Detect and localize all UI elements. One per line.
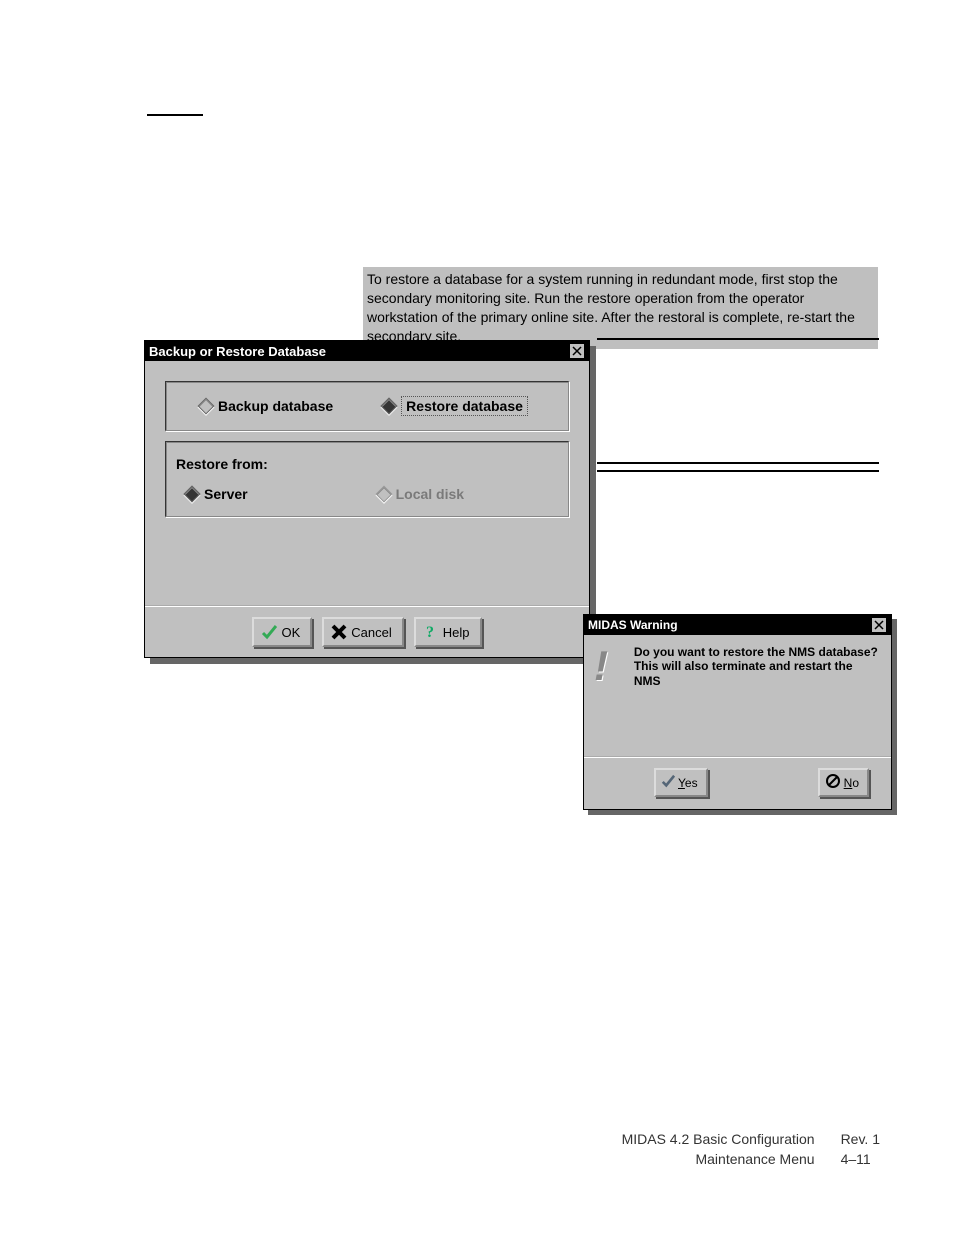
top-rule	[147, 114, 203, 116]
radio-label: Local disk	[396, 486, 464, 502]
rule	[597, 470, 879, 472]
no-button[interactable]: No	[818, 768, 869, 797]
diamond-icon	[381, 398, 398, 415]
warning-line2: This will also terminate and restart the…	[634, 659, 881, 688]
midas-warning-dialog: MIDAS Warning ! Do you want to restore t…	[583, 614, 897, 814]
x-icon	[330, 623, 348, 641]
dialog-title: MIDAS Warning	[588, 618, 678, 632]
close-icon[interactable]	[871, 617, 887, 633]
dialog-button-bar: Yes No	[584, 756, 891, 809]
dialog-frame: Backup or Restore Database Backup databa…	[144, 340, 590, 658]
exclamation-icon: !	[594, 645, 624, 688]
svg-text:?: ?	[426, 624, 434, 640]
button-label: Help	[443, 625, 470, 640]
dialog-body: Backup database Restore database Restore…	[145, 361, 589, 535]
diamond-icon	[184, 486, 201, 503]
restore-from-panel: Restore from: Server Local disk	[165, 441, 569, 517]
button-label: OK	[281, 625, 300, 640]
help-button[interactable]: ? Help	[414, 617, 482, 647]
close-icon[interactable]	[569, 343, 585, 359]
mode-panel: Backup database Restore database	[165, 381, 569, 431]
radio-label: Restore database	[401, 396, 528, 416]
warning-body: ! Do you want to restore the NMS databas…	[584, 635, 891, 692]
footer-page: 4–11	[841, 1150, 880, 1170]
radio-backup-database[interactable]: Backup database	[200, 398, 333, 414]
footer-right: Rev. 1 4–11	[841, 1130, 880, 1169]
ok-button[interactable]: OK	[252, 617, 312, 647]
warning-text: Do you want to restore the NMS database?…	[634, 645, 881, 688]
diamond-icon	[375, 486, 392, 503]
button-label: Cancel	[351, 625, 391, 640]
page-footer: MIDAS 4.2 Basic Configuration Maintenanc…	[0, 1130, 880, 1169]
rule	[597, 338, 879, 340]
button-label: Yes	[678, 776, 698, 790]
yes-button[interactable]: Yes	[654, 768, 708, 797]
diamond-icon	[198, 398, 215, 415]
footer-section: Maintenance Menu	[622, 1150, 815, 1170]
prohibit-icon	[825, 773, 841, 792]
restore-from-label: Restore from:	[176, 456, 558, 472]
warning-line1: Do you want to restore the NMS database?	[634, 645, 881, 659]
footer-left: MIDAS 4.2 Basic Configuration Maintenanc…	[622, 1130, 815, 1169]
radio-server[interactable]: Server	[186, 486, 248, 502]
note-box: To restore a database for a system runni…	[363, 267, 878, 349]
button-label: No	[844, 776, 859, 790]
radio-label: Backup database	[218, 398, 333, 414]
page: To restore a database for a system runni…	[0, 0, 954, 1235]
rule	[597, 462, 879, 464]
dialog-title: Backup or Restore Database	[149, 344, 326, 359]
dialog-button-bar: OK Cancel ? Help	[145, 605, 589, 657]
backup-restore-dialog: Backup or Restore Database Backup databa…	[144, 340, 596, 662]
cancel-button[interactable]: Cancel	[322, 617, 403, 647]
checkmark-icon	[260, 623, 278, 641]
footer-doc-title: MIDAS 4.2 Basic Configuration	[622, 1130, 815, 1150]
radio-local-disk: Local disk	[378, 486, 464, 502]
dialog-titlebar: MIDAS Warning	[584, 615, 891, 635]
question-icon: ?	[422, 623, 440, 641]
radio-restore-database[interactable]: Restore database	[383, 396, 528, 416]
checkmark-icon	[661, 774, 675, 791]
radio-label: Server	[204, 486, 248, 502]
dialog-titlebar: Backup or Restore Database	[145, 341, 589, 361]
dialog-frame: MIDAS Warning ! Do you want to restore t…	[583, 614, 892, 810]
footer-rev: Rev. 1	[841, 1130, 880, 1150]
